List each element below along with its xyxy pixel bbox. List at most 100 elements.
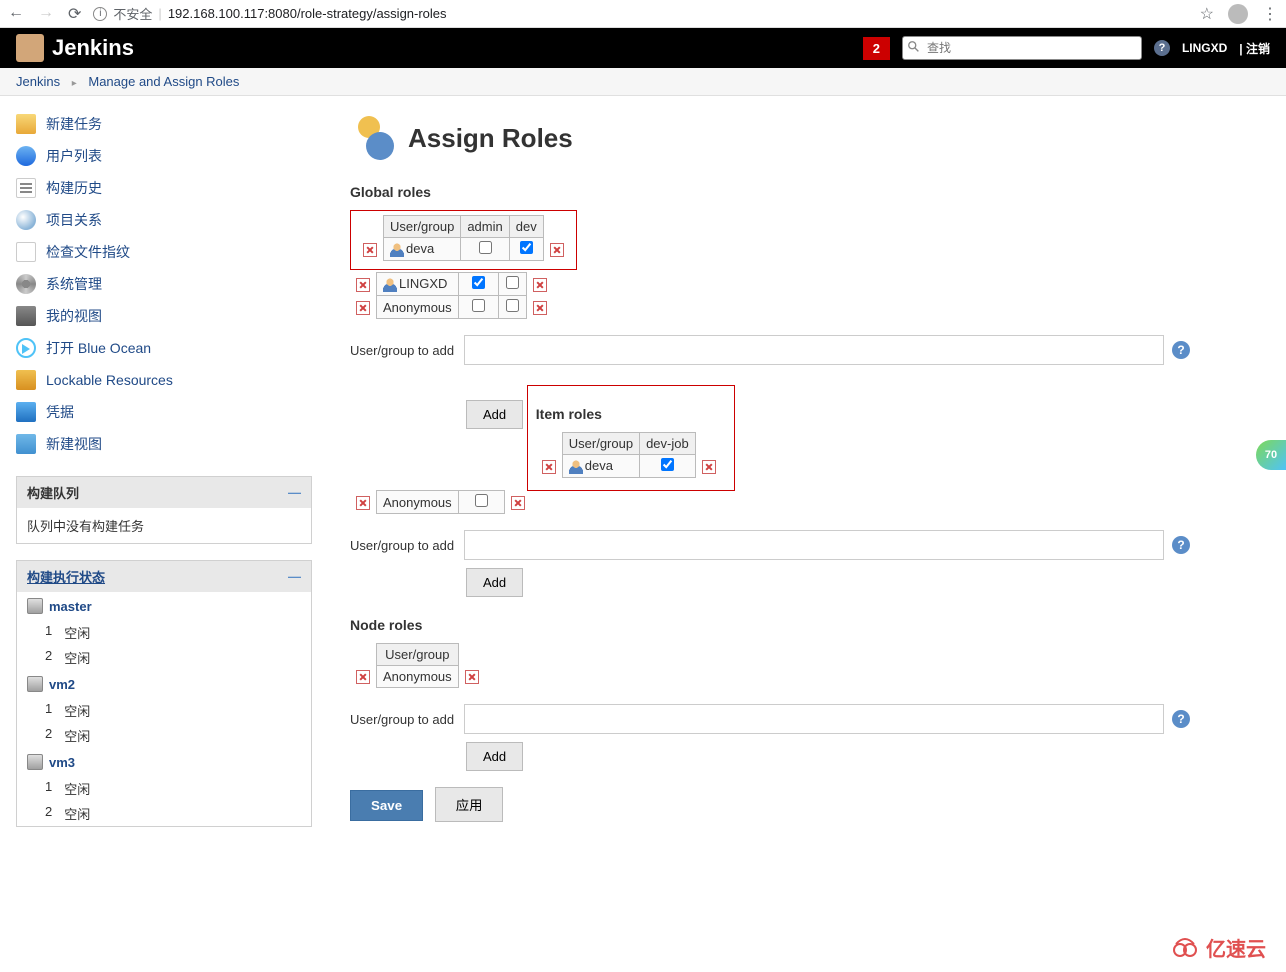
sidebar-item[interactable]: 系统管理 [16,268,320,300]
help-icon[interactable]: ? [1172,536,1190,554]
ocean-icon [16,338,36,358]
address-url[interactable]: 192.168.100.117:8080/role-strategy/assig… [168,6,447,21]
collapse-icon[interactable]: — [288,569,301,584]
sidebar-item[interactable]: Lockable Resources [16,364,320,396]
col-header: User/group [377,644,459,666]
delete-icon[interactable] [356,496,370,510]
add-user-input-item[interactable] [464,530,1164,560]
global-roles-highlight: User/group admin dev deva [350,210,577,270]
node-roles-table: User/group Anonymous [350,643,485,688]
role-checkbox-dev[interactable] [506,299,519,312]
assign-roles-icon [350,116,394,160]
sidebar-item[interactable]: 项目关系 [16,204,320,236]
executor-slot: 1空闲 [17,698,311,723]
profile-icon[interactable] [1228,4,1248,24]
help-icon[interactable]: ? [1154,40,1170,56]
delete-icon[interactable] [465,670,479,684]
reload-icon[interactable]: ⟳ [68,4,81,24]
sidebar-item[interactable]: 新建视图 [16,428,320,460]
computer-icon [27,598,43,614]
page-title: Assign Roles [408,123,573,154]
add-button-global[interactable]: Add [466,400,523,429]
role-checkbox-dev[interactable] [520,241,533,254]
floating-badge[interactable]: 70 [1256,440,1286,470]
add-button-node[interactable]: Add [466,742,523,771]
delete-icon[interactable] [533,278,547,292]
panel-title[interactable]: 构建执行状态 [27,567,105,586]
apply-button[interactable]: 应用 [435,787,504,822]
bookmark-icon[interactable]: ☆ [1200,4,1214,24]
site-info-icon[interactable]: i [93,7,107,21]
delete-icon[interactable] [356,670,370,684]
table-row: Anonymous [350,491,531,514]
build-queue-panel: 构建队列 — 队列中没有构建任务 [16,476,312,544]
breadcrumb-item[interactable]: Jenkins [16,74,60,89]
add-user-input-node[interactable] [464,704,1164,734]
delete-icon[interactable] [356,278,370,292]
add-user-label: User/group to add [350,712,456,727]
breadcrumb-item[interactable]: Manage and Assign Roles [88,74,239,89]
watermark: 亿速云 [1170,932,1266,962]
col-header: dev [509,216,543,238]
back-icon[interactable]: ← [8,4,24,24]
menu-icon[interactable]: ⋮ [1262,4,1278,24]
sidebar-item-label: Lockable Resources [46,372,173,388]
save-button[interactable]: Save [350,790,423,821]
help-icon[interactable]: ? [1172,341,1190,359]
delete-icon[interactable] [511,496,525,510]
add-user-label: User/group to add [350,343,456,358]
panel-title: 构建队列 [27,483,79,502]
sidebar-item[interactable]: 新建任务 [16,108,320,140]
global-roles-table: User/group admin dev deva [357,215,570,261]
view-icon [16,306,36,326]
sidebar-item[interactable]: 检查文件指纹 [16,236,320,268]
global-roles-title: Global roles [350,184,1190,200]
user-link[interactable]: LINGXD [1182,41,1227,55]
brand-text[interactable]: Jenkins [52,35,134,61]
notification-badge[interactable]: 2 [863,37,890,60]
col-header: User/group [384,216,461,238]
role-checkbox-admin[interactable] [472,299,485,312]
executor-panel: 构建执行状态 — master1空闲2空闲vm21空闲2空闲vm31空闲2空闲 [16,560,312,827]
node-link[interactable]: master [49,599,92,614]
col-header: User/group [562,433,639,455]
user-icon [390,243,404,257]
sidebar-item[interactable]: 用户列表 [16,140,320,172]
col-header: admin [461,216,509,238]
add-user-input-global[interactable] [464,335,1164,365]
delete-icon[interactable] [542,460,556,474]
item-roles-title: Item roles [536,406,722,422]
users-icon [16,146,36,166]
role-checkbox-admin[interactable] [479,241,492,254]
sidebar-item-label: 新建任务 [46,114,102,134]
sidebar-item[interactable]: 凭据 [16,396,320,428]
sidebar-item[interactable]: 我的视图 [16,300,320,332]
delete-icon[interactable] [363,243,377,257]
search-input[interactable] [902,36,1142,60]
sidebar-item-label: 凭据 [46,402,74,422]
executor-slot: 1空闲 [17,620,311,645]
role-checkbox-devjob[interactable] [661,458,674,471]
logout-link[interactable]: | 注销 [1239,40,1270,57]
user-icon [569,460,583,474]
delete-icon[interactable] [550,243,564,257]
watermark-icon [1170,932,1200,962]
role-checkbox-devjob[interactable] [475,494,488,507]
delete-icon[interactable] [533,301,547,315]
collapse-icon[interactable]: — [288,485,301,500]
role-checkbox-admin[interactable] [472,276,485,289]
delete-icon[interactable] [356,301,370,315]
add-button-item[interactable]: Add [466,568,523,597]
delete-icon[interactable] [702,460,716,474]
sidebar-item[interactable]: 打开 Blue Ocean [16,332,320,364]
forward-icon[interactable]: → [38,4,54,24]
jenkins-header: Jenkins 2 ? LINGXD | 注销 [0,28,1286,68]
help-icon[interactable]: ? [1172,710,1190,728]
sidebar-item[interactable]: 构建历史 [16,172,320,204]
node-link[interactable]: vm3 [49,755,75,770]
node-link[interactable]: vm2 [49,677,75,692]
role-checkbox-dev[interactable] [506,276,519,289]
fingerprint-icon [16,242,36,262]
sidebar-item-label: 系统管理 [46,274,102,294]
jenkins-logo-icon[interactable] [16,34,44,62]
